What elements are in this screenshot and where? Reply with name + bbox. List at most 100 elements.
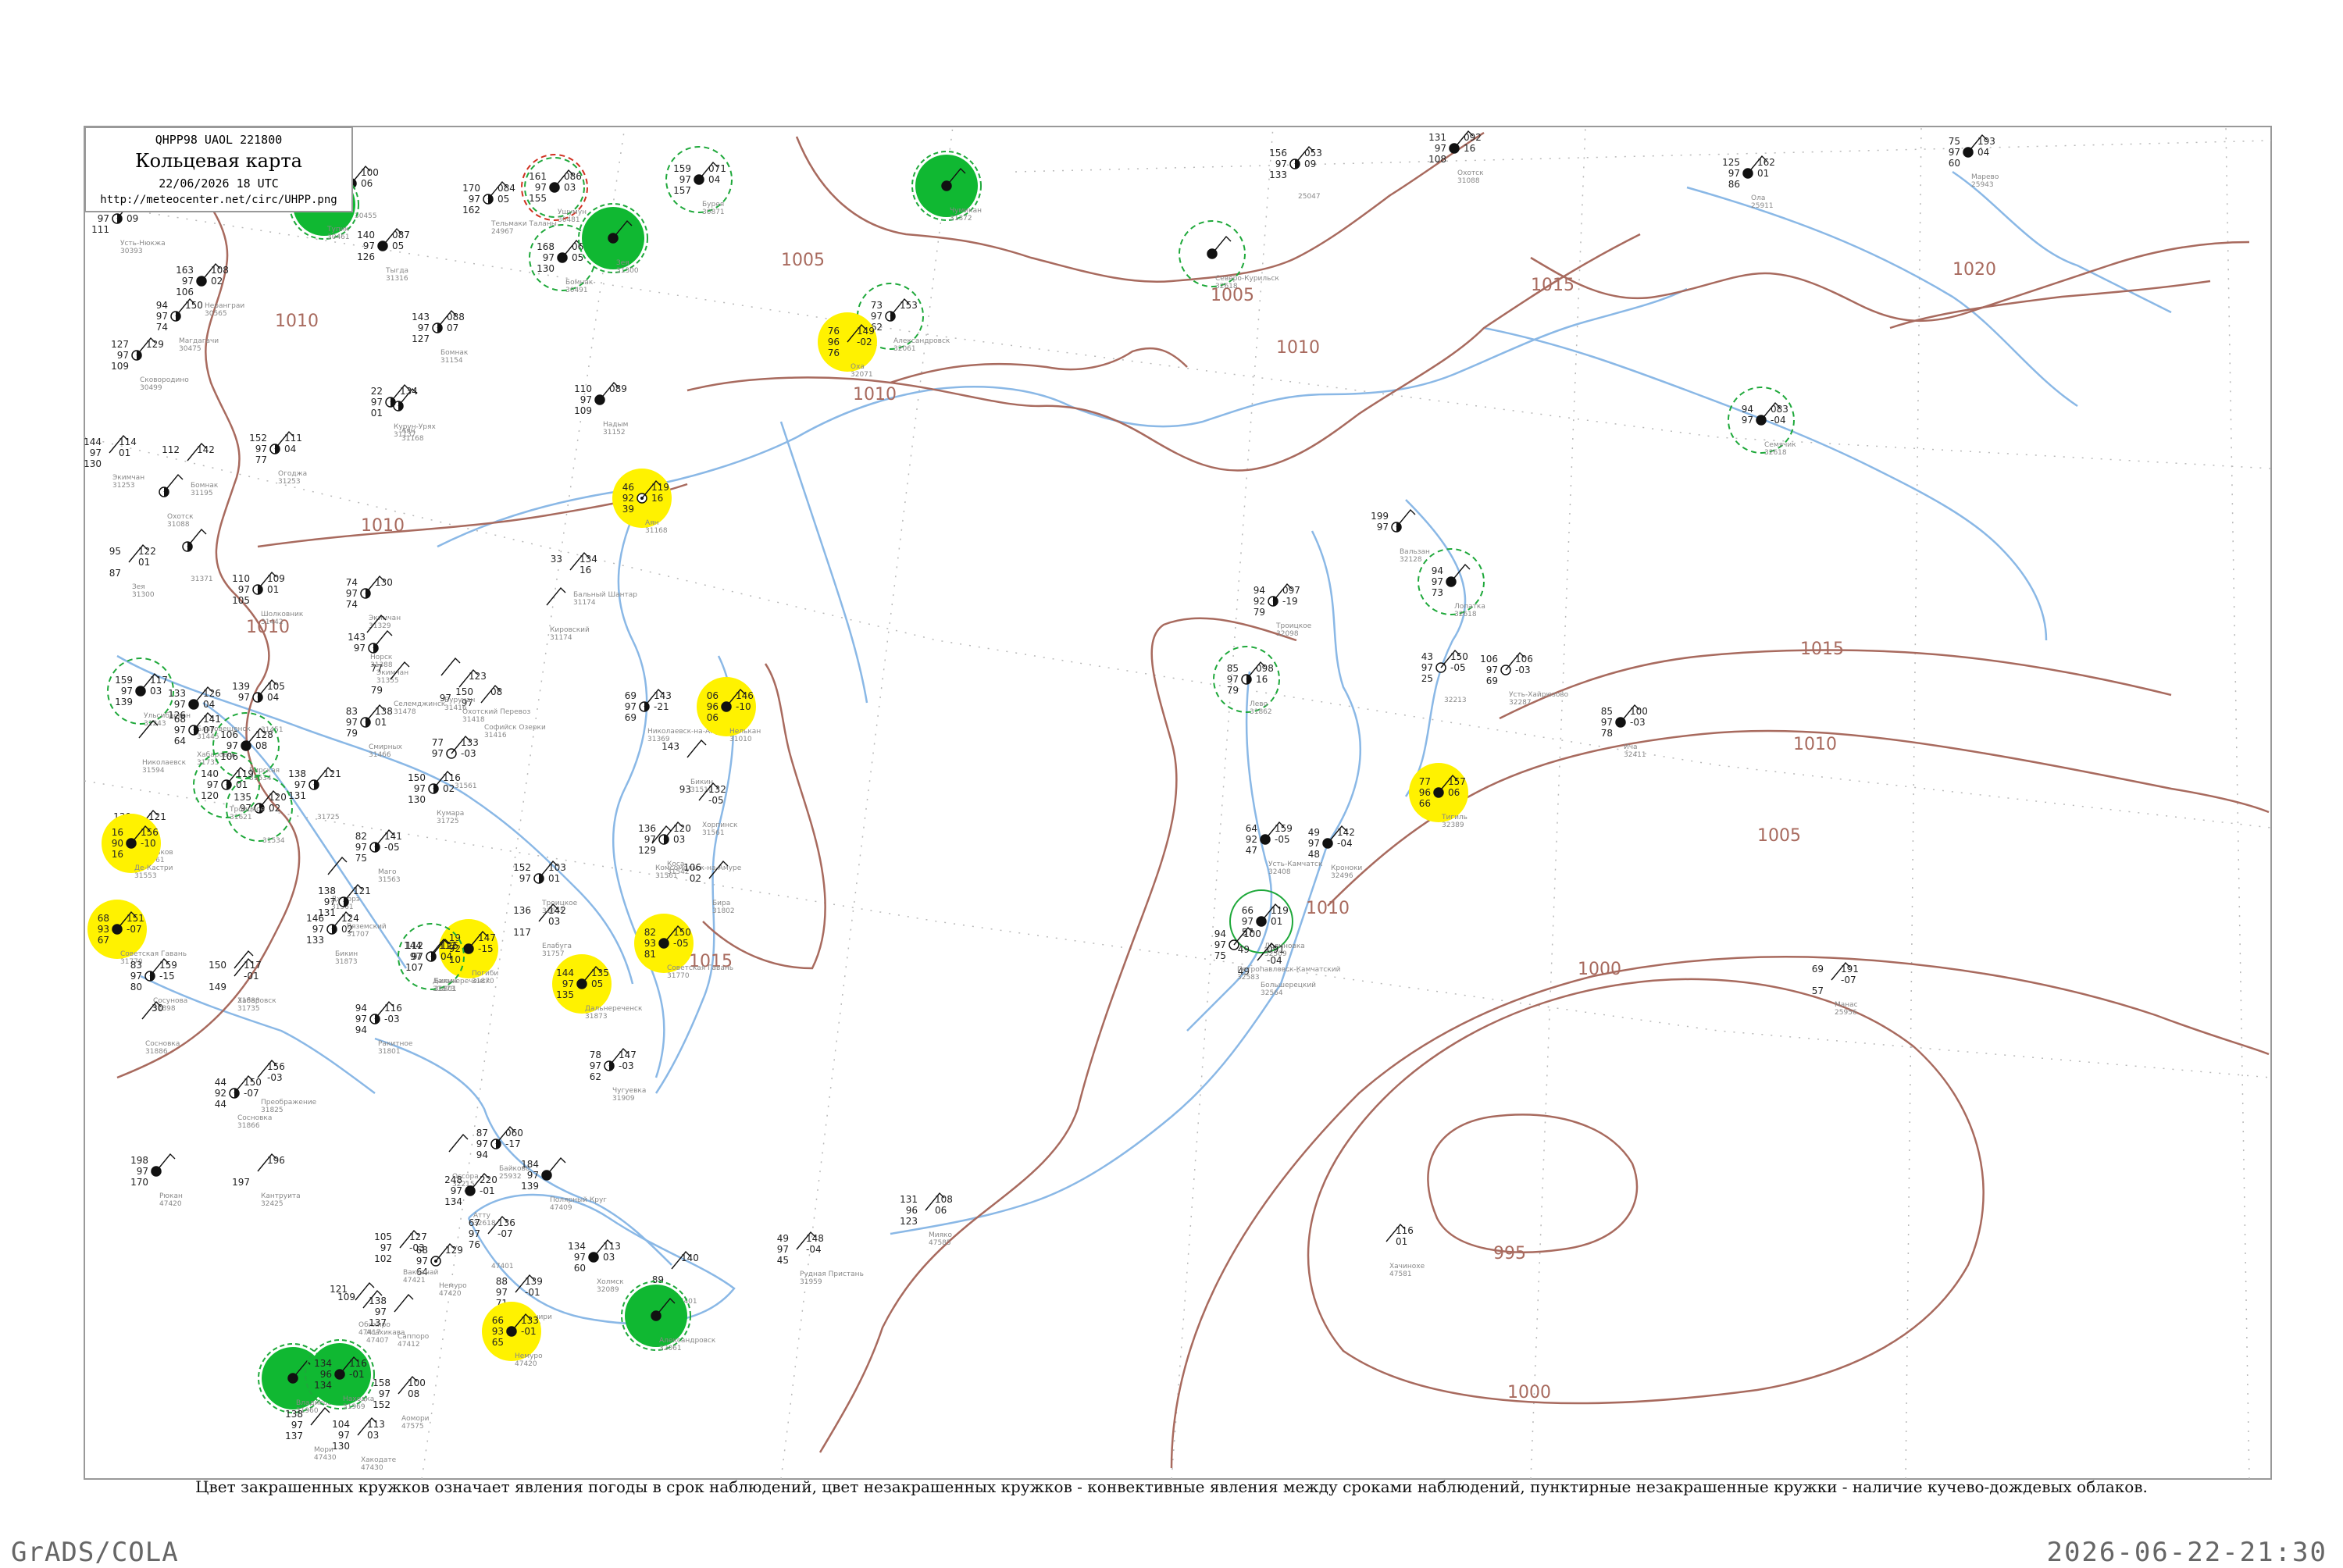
station-name: Ола — [1751, 194, 1765, 202]
pressure: 092 — [1464, 132, 1482, 143]
station-id: 31802 — [712, 907, 735, 915]
pressure-tendency: -07 — [244, 1088, 259, 1099]
dewpoint: 123 — [900, 1216, 918, 1227]
station-name: Дальнереченск — [585, 1005, 643, 1013]
station-marker: 9497 083-04 Семячик32618 — [1728, 387, 1796, 457]
pressure-tendency: 03 — [548, 916, 560, 927]
visibility: 97 — [777, 1244, 789, 1255]
station-id: 32128 — [1400, 556, 1422, 564]
map-title: Кольцевая карта — [135, 150, 302, 172]
visibility: 97 — [679, 174, 691, 185]
pressure-tendency: 02 — [341, 924, 353, 935]
pressure-tendency: 03 — [564, 182, 576, 193]
temperature: 106 — [1480, 654, 1498, 665]
station-id: 30461 — [327, 233, 350, 241]
temperature: 134 — [568, 1241, 586, 1252]
temperature: 112 — [405, 940, 423, 951]
station-name: Неранграи — [205, 302, 244, 310]
station-id: 32071 — [851, 371, 873, 379]
station-id: 31195 — [191, 490, 213, 497]
pressure: 134 — [400, 386, 418, 397]
pressure-tendency: -10 — [736, 701, 751, 712]
station-name: Тигиль — [1441, 814, 1467, 821]
temperature: 127 — [111, 339, 129, 350]
pressure: 121 — [353, 886, 371, 896]
dewpoint: 60 — [574, 1263, 586, 1274]
pressure: 141 — [384, 831, 402, 842]
station-id: 47401 — [491, 1263, 514, 1270]
station-name: Оха — [851, 363, 865, 371]
temperature: 159 — [673, 163, 691, 174]
station-marker: 14097126 08705 Тыгда31316 — [357, 227, 410, 283]
temperature: 94 — [156, 300, 168, 311]
pressure-tendency: -01 — [480, 1185, 495, 1196]
pressure: 139 — [525, 1276, 543, 1287]
pressure: 156 — [267, 1061, 285, 1072]
station-id: 31801 — [378, 1048, 401, 1056]
temperature: 74 — [346, 577, 358, 588]
station-name: Бира — [712, 900, 730, 907]
weather-map: 1005 1005 1010 1010 1010 1010 1010 1010 … — [84, 126, 2272, 1480]
station-name: Троицкое — [229, 806, 266, 814]
station-marker: 14497130 11401 Экимчан31253 — [84, 434, 144, 490]
pressure-tendency: 06 — [1448, 787, 1460, 798]
station-marker: 669365 133-01 Немуро47420 — [482, 1302, 543, 1368]
bulletin-code: QHPP98 UAOL 221800 — [155, 133, 283, 147]
temperature: 76 — [828, 326, 840, 337]
temperature: 198 — [130, 1155, 148, 1166]
station-marker: 10497130 11303 Хакодате47430 — [332, 1417, 397, 1472]
visibility: 97 — [174, 699, 186, 710]
station-id: 31168 — [645, 527, 668, 535]
station-id: 31725 — [317, 814, 340, 821]
station-id: 32389 — [1442, 821, 1464, 829]
map-info-box: QHPP98 UAOL 221800 Кольцевая карта 22/06… — [84, 127, 353, 212]
pressure-tendency: -05 — [673, 938, 689, 949]
station-marker: 31371 — [182, 528, 213, 583]
kamchatka-east-2 — [1404, 499, 1467, 797]
station-name: Кантруита — [261, 1192, 301, 1200]
station-id: 31725 — [437, 818, 459, 825]
pressure-tendency: 05 — [392, 241, 404, 251]
pressure-tendency: -15 — [159, 971, 175, 982]
dewpoint: 149 — [209, 982, 226, 992]
visibility: 97 — [1421, 662, 1433, 673]
pressure-tendency: 01 — [138, 557, 150, 568]
pressure-tendency: -05 — [384, 842, 400, 853]
dewpoint: 109 — [111, 361, 129, 372]
dewpoint: 117 — [513, 927, 531, 938]
visibility: 97 — [535, 182, 547, 193]
dewpoint: 06 — [707, 712, 719, 723]
station-id: 32287 — [1509, 699, 1532, 707]
station-name: Софийск Озерки — [484, 724, 546, 732]
station-layer: 1459711113309Усть-Нюкжа30393177971521000… — [84, 130, 1999, 1472]
temperature: 77 — [1419, 776, 1431, 787]
pressure-tendency: 01 — [375, 717, 387, 728]
dewpoint: 137 — [285, 1431, 303, 1441]
station-marker: 789762 147-03 Чугуевка31909 — [590, 1047, 646, 1103]
pressure-tendency: -07 — [127, 924, 142, 935]
station-name: Бомнак — [565, 279, 594, 287]
temperature: 138 — [369, 1295, 387, 1306]
station-name: Сковородино — [140, 376, 189, 384]
pressure-tendency: 04 — [284, 444, 296, 454]
station-marker: 16197155 08603 Ушумун30481 — [521, 154, 588, 224]
map-url[interactable]: http://meteocenter.net/circ/UHPP.png — [86, 194, 351, 206]
station-marker: 112 142 Бомнак31195 — [162, 442, 219, 497]
temperature: 135 — [234, 792, 251, 803]
dewpoint: 78 — [1601, 728, 1613, 739]
pressure-tendency: 07 — [447, 323, 458, 333]
pressure: 116 — [1396, 1225, 1414, 1236]
isobar-label: 1010 — [1306, 899, 1350, 918]
temperature: 150 — [408, 772, 426, 783]
pressure: 088 — [447, 312, 465, 323]
pressure: 127 — [409, 1231, 427, 1242]
visibility: 97 — [451, 1185, 462, 1196]
pressure-tendency: -03 — [619, 1060, 634, 1071]
temperature: 139 — [232, 681, 250, 692]
visibility: 97 — [1432, 576, 1443, 587]
wind-barb-icon — [163, 473, 184, 493]
visibility: 97 — [644, 834, 656, 845]
pressure-tendency: -01 — [521, 1326, 537, 1337]
station-marker: 499748 142-04 Кроноки32496 — [1308, 825, 1362, 880]
wind-barb-icon — [546, 586, 566, 606]
